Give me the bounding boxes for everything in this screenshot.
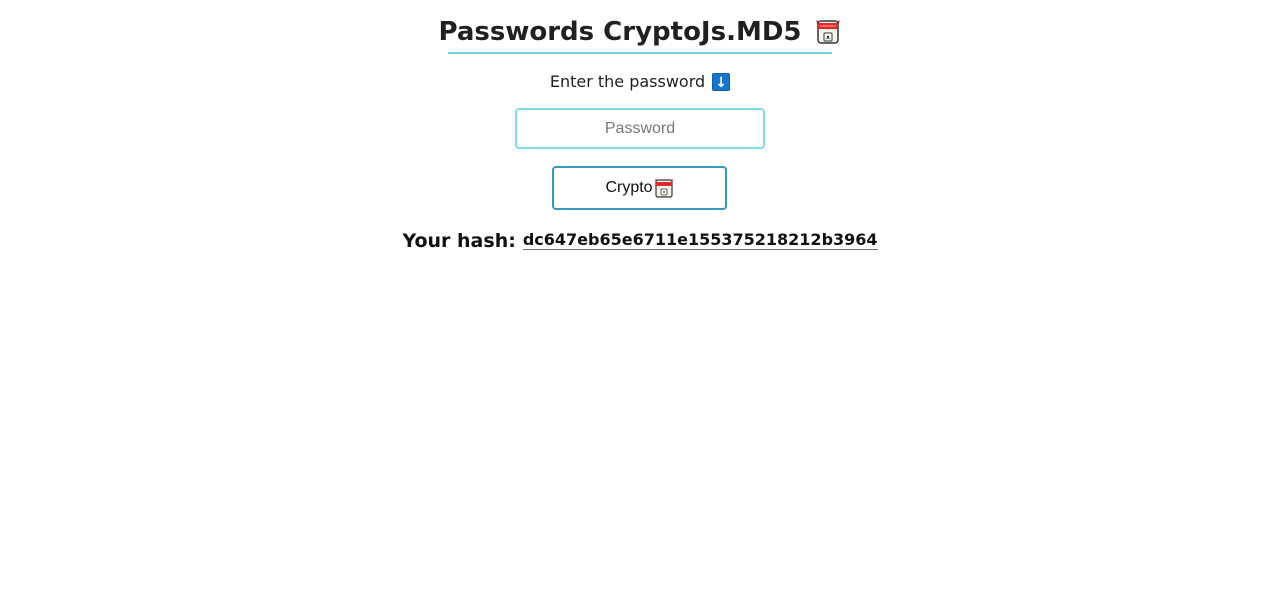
hash-label: Your hash:	[402, 229, 516, 252]
password-input[interactable]	[515, 108, 765, 149]
hash-value: dc647eb65e6711e155375218212b3964	[522, 230, 878, 250]
ninja-icon	[814, 17, 842, 47]
crypto-button-label: Crypto	[605, 179, 653, 196]
page-title-area: Passwords CryptoJs.MD5	[438, 12, 840, 54]
ninja-icon	[654, 178, 674, 198]
page: Passwords CryptoJs.MD5 Enter the passwor…	[0, 0, 1280, 592]
password-prompt-text: Enter the password	[549, 72, 706, 91]
down-arrow-icon: ↓	[712, 73, 731, 91]
crypto-button[interactable]: Crypto	[552, 166, 727, 210]
page-title: Passwords CryptoJs.MD5	[438, 17, 802, 47]
hash-result: Your hash: dc647eb65e6711e155375218212b3…	[0, 228, 1280, 254]
password-prompt: Enter the password ↓	[0, 71, 1280, 93]
